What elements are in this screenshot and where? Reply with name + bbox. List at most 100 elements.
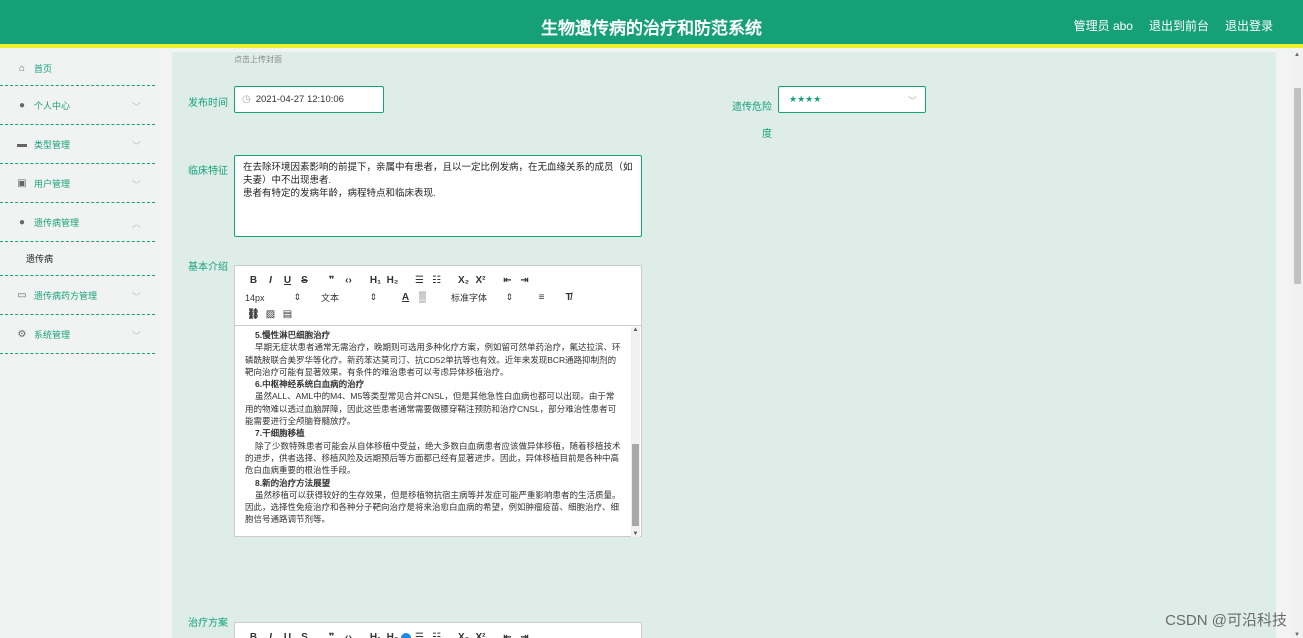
page-scrollbar[interactable]: ▲ ▼ — [1291, 52, 1303, 638]
content-paragraph: 早期无症状患者通常无需治疗，晚期则可选用多种化疗方案，例如留可然单药治疗，氟达拉… — [245, 342, 621, 377]
sidebar-item-label: 类型管理 — [34, 139, 71, 150]
sidebar-subitem-disease[interactable]: 遗传病 — [0, 242, 155, 276]
top-header: 生物遗传病的治疗和防范系统 管理员 abo 退出到前台 退出登录 — [0, 0, 1303, 48]
publish-time-label: 发布时间 — [188, 98, 228, 109]
editor-toolbar: B I U S ❞ ‹› H₁ H₂ ☰ ☷ X₂ X² ⇤ ⇥ — [245, 629, 633, 638]
align-icon[interactable]: ≡ — [533, 292, 550, 303]
clear-format-icon[interactable]: T̸ — [560, 292, 577, 303]
sidebar-item-label: 首页 — [34, 64, 53, 74]
italic-button[interactable]: I — [262, 275, 279, 286]
font-family-select[interactable]: 标准字体 ⇕ — [451, 291, 513, 304]
danger-level-value: ★★★★ — [789, 94, 822, 104]
content-heading: 7.干细胞移植 — [255, 428, 305, 439]
indent-icon[interactable]: ⇥ — [516, 275, 533, 286]
image-icon[interactable]: ▨ — [262, 309, 279, 320]
scroll-up-icon[interactable]: ▲ — [631, 327, 640, 333]
content-paragraph: 虽然ALL、AML中的M4、M5等类型常见合并CNSL，但是其他急性白血病也都可… — [245, 391, 617, 427]
sidebar-item-label: 系统管理 — [34, 329, 71, 340]
outdent-icon[interactable]: ⇤ — [499, 632, 516, 638]
user-icon: ● — [18, 216, 26, 228]
sidebar-item-disease-management[interactable]: ● 遗传病管理 ︿ — [0, 203, 155, 242]
treatment-plan-label: 治疗方案 — [188, 618, 228, 629]
underline-button[interactable]: U — [279, 632, 296, 638]
sidebar-item-system-management[interactable]: ⚙ 系统管理 ﹀ — [0, 315, 155, 354]
scroll-thumb[interactable] — [632, 444, 639, 526]
chart-icon: ▣ — [17, 177, 27, 189]
home-icon: ⌂ — [18, 63, 26, 74]
block-type-select[interactable]: 文本 ⇕ — [321, 291, 377, 304]
basic-intro-label: 基本介绍 — [188, 262, 228, 273]
publish-time-input[interactable]: ◷ 2021-04-27 12:10:06 — [234, 86, 384, 113]
superscript-button[interactable]: X² — [472, 275, 489, 286]
sidebar-item-label: 个人中心 — [34, 100, 71, 111]
font-color-icon[interactable]: A — [397, 292, 414, 303]
code-icon[interactable]: ‹› — [340, 275, 357, 286]
chevron-down-icon: ﹀ — [131, 102, 141, 112]
heading2-button[interactable]: H₂ — [384, 632, 401, 638]
clinical-features-textarea[interactable]: 在去除环境因素影响的前提下，亲属中有患者，且以一定比例发病，在无血缘关系的成员（… — [234, 155, 642, 237]
back-to-front-link[interactable]: 退出到前台 — [1149, 17, 1209, 34]
superscript-button[interactable]: X² — [472, 632, 489, 638]
underline-button[interactable]: U — [279, 275, 296, 286]
ordered-list-icon[interactable]: ☰ — [411, 275, 428, 286]
treatment-plan-editor[interactable]: B I U S ❞ ‹› H₁ H₂ ☰ ☷ X₂ X² ⇤ ⇥ — [234, 622, 642, 638]
sidebar-item-profile[interactable]: ● 个人中心 ﹀ — [0, 86, 155, 125]
sidebar-item-label: 遗传病药方管理 — [34, 290, 98, 301]
background-color-icon[interactable]: ▒ — [414, 292, 431, 303]
quote-icon[interactable]: ❞ — [323, 275, 340, 286]
strike-button[interactable]: S — [296, 275, 313, 286]
chevron-down-icon: ﹀ — [907, 96, 917, 106]
danger-level-select[interactable]: ★★★★ ﹀ — [778, 86, 926, 113]
upload-cover-hint[interactable]: 点击上传封面 — [234, 54, 282, 65]
ordered-list-icon[interactable]: ☰ — [411, 632, 428, 638]
sidebar-item-label: 用户管理 — [34, 178, 71, 189]
main-form-area: 点击上传封面 发布时间 ◷ 2021-04-27 12:10:06 遗传危险度 … — [172, 52, 1276, 638]
subscript-button[interactable]: X₂ — [455, 275, 472, 286]
scroll-down-icon[interactable]: ▼ — [631, 531, 640, 537]
chevron-down-icon: ﹀ — [131, 180, 141, 190]
user-icon: ● — [18, 99, 26, 111]
bold-button[interactable]: B — [245, 632, 262, 638]
code-icon[interactable]: ‹› — [340, 632, 357, 638]
heading1-button[interactable]: H₁ — [367, 632, 384, 638]
chevron-down-icon: ﹀ — [131, 331, 141, 341]
editor-content[interactable]: 5.慢性淋巴细胞治疗 早期无症状患者通常无需治疗，晚期则可选用多种化疗方案，例如… — [235, 327, 631, 537]
video-icon[interactable]: ▤ — [279, 309, 296, 320]
heading1-button[interactable]: H₁ — [367, 275, 384, 286]
chevron-down-icon: ﹀ — [131, 292, 141, 302]
admin-name: 管理员 abo — [1073, 19, 1133, 33]
card-icon: ▭ — [17, 289, 27, 301]
outdent-icon[interactable]: ⇤ — [499, 275, 516, 286]
danger-level-label: 遗传危险度 — [732, 102, 772, 140]
editor-scrollbar[interactable]: ▲ ▼ — [631, 327, 640, 537]
sidebar-item-label: 遗传病管理 — [34, 217, 80, 228]
scroll-up-icon[interactable]: ▲ — [1291, 52, 1303, 58]
editor-toolbar: B I U S ❞ ‹› H₁ H₂ ☰ ☷ X₂ X² ⇤ ⇥ — [235, 266, 641, 326]
sidebar-item-user-management[interactable]: ▣ 用户管理 ﹀ — [0, 164, 155, 203]
page-scroll-thumb[interactable] — [1294, 88, 1301, 284]
sidebar-item-home[interactable]: ⌂ 首页 — [0, 52, 155, 86]
briefcase-icon: ▬ — [17, 138, 27, 150]
cursor-indicator-icon — [401, 632, 411, 638]
bullet-list-icon[interactable]: ☷ — [428, 275, 445, 286]
sidebar: ⌂ 首页 ● 个人中心 ﹀ ▬ 类型管理 ﹀ ▣ 用户管理 ﹀ ● 遗传病管理 … — [0, 52, 155, 638]
gear-icon: ⚙ — [17, 328, 27, 340]
publish-time-value: 2021-04-27 12:10:06 — [255, 94, 344, 105]
strike-button[interactable]: S — [296, 632, 313, 638]
subscript-button[interactable]: X₂ — [455, 632, 472, 638]
bullet-list-icon[interactable]: ☷ — [428, 632, 445, 638]
content-heading: 6.中枢神经系统白血病的治疗 — [255, 379, 365, 390]
font-size-select[interactable]: 14px ⇕ — [245, 292, 301, 303]
italic-button[interactable]: I — [262, 632, 279, 638]
scroll-down-icon[interactable]: ▼ — [1291, 632, 1303, 638]
logout-link[interactable]: 退出登录 — [1225, 17, 1273, 34]
bold-button[interactable]: B — [245, 275, 262, 286]
sidebar-item-prescription-management[interactable]: ▭ 遗传病药方管理 ﹀ — [0, 276, 155, 315]
heading2-button[interactable]: H₂ — [384, 275, 401, 286]
link-icon[interactable]: ⛓ — [245, 309, 262, 320]
basic-intro-editor[interactable]: B I U S ❞ ‹› H₁ H₂ ☰ ☷ X₂ X² ⇤ ⇥ 14px ⇕ … — [234, 265, 642, 537]
clinical-features-label: 临床特征 — [188, 166, 228, 177]
indent-icon[interactable]: ⇥ — [516, 632, 533, 638]
quote-icon[interactable]: ❞ — [323, 632, 340, 638]
sidebar-item-type-management[interactable]: ▬ 类型管理 ﹀ — [0, 125, 155, 164]
